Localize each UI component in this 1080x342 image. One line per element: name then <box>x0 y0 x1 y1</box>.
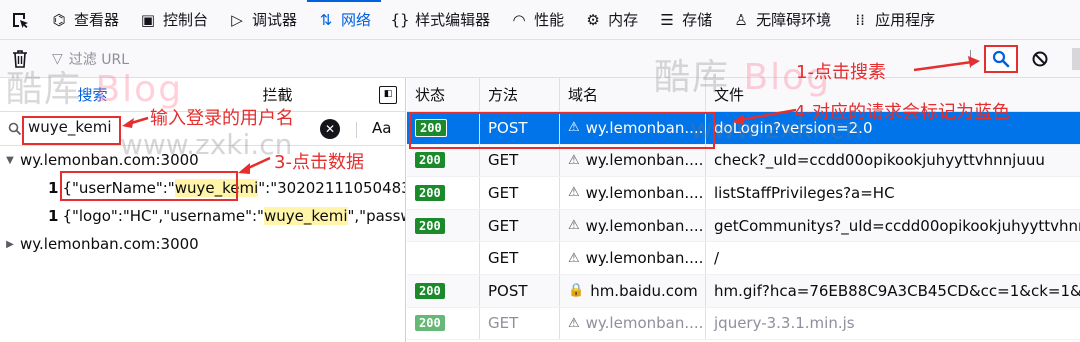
arrow-step-4 <box>739 108 797 122</box>
arrowhead-step-4 <box>732 114 744 125</box>
arrowhead-step-3 <box>238 163 250 174</box>
arrowhead-step-2 <box>122 118 134 128</box>
annotation-arrows <box>122 56 980 174</box>
arrowhead-step-1 <box>968 56 980 67</box>
arrow-step-1 <box>913 60 973 72</box>
